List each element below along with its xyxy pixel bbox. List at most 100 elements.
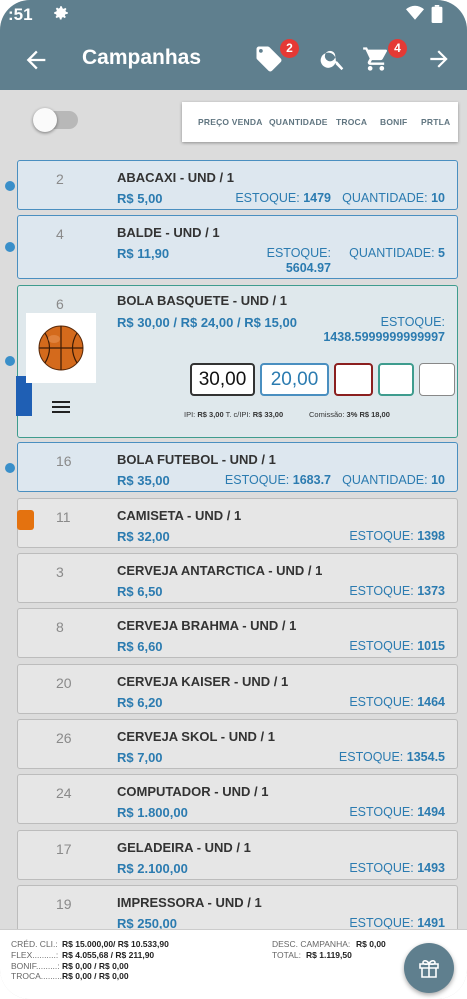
app-bar: Campanhas 2 4 xyxy=(0,30,467,90)
status-bar: :51 xyxy=(0,0,467,30)
item-name: IMPRESSORA - UND / 1 xyxy=(117,895,262,910)
item-price: R$ 6,20 xyxy=(117,695,163,710)
list-item[interactable]: 8 CERVEJA BRAHMA - UND / 1 R$ 6,60 ESTOQ… xyxy=(17,608,458,658)
list-item-expanded[interactable]: 6 BOLA BASQUETE - UND / 1 R$ 30,00 / R$ … xyxy=(16,285,458,438)
bonif-label: BONIF.........: xyxy=(11,961,60,971)
list-item[interactable]: 17 GELADEIRA - UND / 1 R$ 2.100,00 ESTOQ… xyxy=(17,830,458,880)
quantity-input[interactable]: 20,00 xyxy=(260,363,329,396)
item-stock: ESTOQUE: 1491 xyxy=(349,916,445,930)
item-name: ABACAXI - UND / 1 xyxy=(117,170,235,185)
cart-icon[interactable] xyxy=(362,45,390,78)
item-stock: ESTOQUE: 1354.5 xyxy=(338,750,445,764)
item-code: 8 xyxy=(56,619,64,635)
commission-info: Comissão: 3% R$ 18,00 xyxy=(309,410,390,419)
item-stock: ESTOQUE: 1015 xyxy=(349,639,445,653)
item-code: 4 xyxy=(56,226,64,242)
list-item[interactable]: 3 CERVEJA ANTARCTICA - UND / 1 R$ 6,50 E… xyxy=(17,553,458,603)
troca-input[interactable] xyxy=(334,363,373,396)
list-item[interactable]: 26 CERVEJA SKOL - UND / 1 R$ 7,00 ESTOQU… xyxy=(17,719,458,769)
search-icon[interactable] xyxy=(319,45,347,78)
bonif-value: R$ 0,00 / R$ 0,00 xyxy=(62,961,129,971)
wifi-icon xyxy=(406,5,424,26)
item-quantity: QUANTIDADE: 10 xyxy=(342,191,445,205)
item-stock: ESTOQUE: 1398 xyxy=(349,529,445,543)
ipi-info: IPI: R$ 3,00 T. c/IPI: R$ 33,00 xyxy=(184,410,284,419)
item-code: 3 xyxy=(56,564,64,580)
item-name: CERVEJA SKOL - UND / 1 xyxy=(117,729,275,744)
cred-cli-label: CRÉD. CLI.: xyxy=(11,939,58,949)
item-code: 11 xyxy=(56,509,71,525)
total-value: R$ 1.119,50 xyxy=(306,950,352,960)
item-marker-dot xyxy=(5,463,15,473)
item-price: R$ 6,60 xyxy=(117,639,163,654)
item-price: R$ 32,00 xyxy=(117,529,170,544)
list-item[interactable]: 4 BALDE - UND / 1 R$ 11,90 ESTOQUE: 5604… xyxy=(17,215,458,279)
troca-value: R$ 0,00 / R$ 0,00 xyxy=(62,971,129,981)
item-price: R$ 1.800,00 xyxy=(117,805,188,820)
item-code: 17 xyxy=(56,841,72,857)
item-stock: 5604.97 xyxy=(285,261,331,275)
item-code: 6 xyxy=(56,296,64,312)
column-header-bonif[interactable]: BONIF xyxy=(380,117,407,127)
item-name: CERVEJA ANTARCTICA - UND / 1 xyxy=(117,563,323,578)
item-name: CAMISETA - UND / 1 xyxy=(117,508,242,523)
list-item[interactable]: 2 ABACAXI - UND / 1 R$ 5,00 ESTOQUE: 147… xyxy=(17,160,458,210)
item-flag-marker xyxy=(17,510,34,530)
item-name: BOLA FUTEBOL - UND / 1 xyxy=(117,452,276,467)
item-name: CERVEJA BRAHMA - UND / 1 xyxy=(117,618,297,633)
tag-count-badge: 2 xyxy=(280,39,299,58)
forward-arrow-icon[interactable] xyxy=(426,46,452,77)
battery-icon xyxy=(431,5,443,28)
flex-label: FLEX..........: xyxy=(11,950,59,960)
item-stock-label: ESTOQUE: xyxy=(380,315,445,329)
column-headers: PREÇO VENDA QUANTIDADE TROCA BONIF PRTLA xyxy=(182,102,458,142)
product-image xyxy=(26,313,96,383)
item-code: 24 xyxy=(56,785,72,801)
list-item[interactable]: 24 COMPUTADOR - UND / 1 R$ 1.800,00 ESTO… xyxy=(17,774,458,824)
item-price: R$ 5,00 xyxy=(117,191,163,206)
item-quantity: QUANTIDADE: 10 xyxy=(342,473,445,487)
troca-label: TROCA.........: xyxy=(11,971,65,981)
back-arrow-icon[interactable] xyxy=(22,46,50,79)
cred-cli-value: R$ 15.000,00/ R$ 10.533,90 xyxy=(62,939,169,949)
prtla-input[interactable] xyxy=(419,363,455,396)
item-quantity: QUANTIDADE: 5 xyxy=(349,246,445,260)
item-stock: ESTOQUE: 1373 xyxy=(349,584,445,598)
column-header-quantidade[interactable]: QUANTIDADE xyxy=(269,117,328,127)
toggle-knob xyxy=(33,108,57,132)
item-price: R$ 7,00 xyxy=(117,750,163,765)
list-item[interactable]: 16 BOLA FUTEBOL - UND / 1 R$ 35,00 ESTOQ… xyxy=(17,442,458,492)
list-item[interactable]: 19 IMPRESSORA - UND / 1 R$ 250,00 ESTOQU… xyxy=(17,885,458,935)
item-name: GELADEIRA - UND / 1 xyxy=(117,840,251,855)
desc-campanha-value: R$ 0,00 xyxy=(356,939,386,949)
list-item[interactable]: 11 CAMISETA - UND / 1 R$ 32,00 ESTOQUE: … xyxy=(17,498,458,548)
hamburger-menu-icon[interactable] xyxy=(52,400,70,419)
item-name: BOLA BASQUETE - UND / 1 xyxy=(117,293,287,308)
item-name: COMPUTADOR - UND / 1 xyxy=(117,784,269,799)
flex-value: R$ 4.055,68 / R$ 211,90 xyxy=(62,950,155,960)
column-header-preco-venda[interactable]: PREÇO VENDA xyxy=(198,117,263,127)
column-header-prtla[interactable]: PRTLA xyxy=(421,117,450,127)
status-time: :51 xyxy=(8,5,33,24)
item-stock: ESTOQUE: 1683.7 xyxy=(224,473,331,487)
view-toggle-switch[interactable] xyxy=(33,108,78,132)
item-code: 16 xyxy=(56,453,72,469)
sale-price-input[interactable]: 30,00 xyxy=(190,363,255,396)
cart-count-badge: 4 xyxy=(388,39,407,58)
item-name: CERVEJA KAISER - UND / 1 xyxy=(117,674,289,689)
item-stock: ESTOQUE: 1479 xyxy=(235,191,331,205)
column-header-troca[interactable]: TROCA xyxy=(336,117,367,127)
item-stock: ESTOQUE: 1493 xyxy=(349,861,445,875)
item-stock-label: ESTOQUE: xyxy=(266,246,331,260)
desc-campanha-label: DESC. CAMPANHA: xyxy=(272,939,351,949)
item-code: 2 xyxy=(56,171,64,187)
gift-fab-button[interactable] xyxy=(404,943,454,993)
item-marker-dot xyxy=(5,356,15,366)
item-code: 26 xyxy=(56,730,72,746)
item-price-levels: R$ 30,00 / R$ 24,00 / R$ 15,00 xyxy=(117,315,297,330)
item-code: 20 xyxy=(56,675,72,691)
item-marker-dot xyxy=(5,181,15,191)
list-item[interactable]: 20 CERVEJA KAISER - UND / 1 R$ 6,20 ESTO… xyxy=(17,664,458,714)
bonif-input[interactable] xyxy=(378,363,414,396)
item-name: BALDE - UND / 1 xyxy=(117,225,220,240)
